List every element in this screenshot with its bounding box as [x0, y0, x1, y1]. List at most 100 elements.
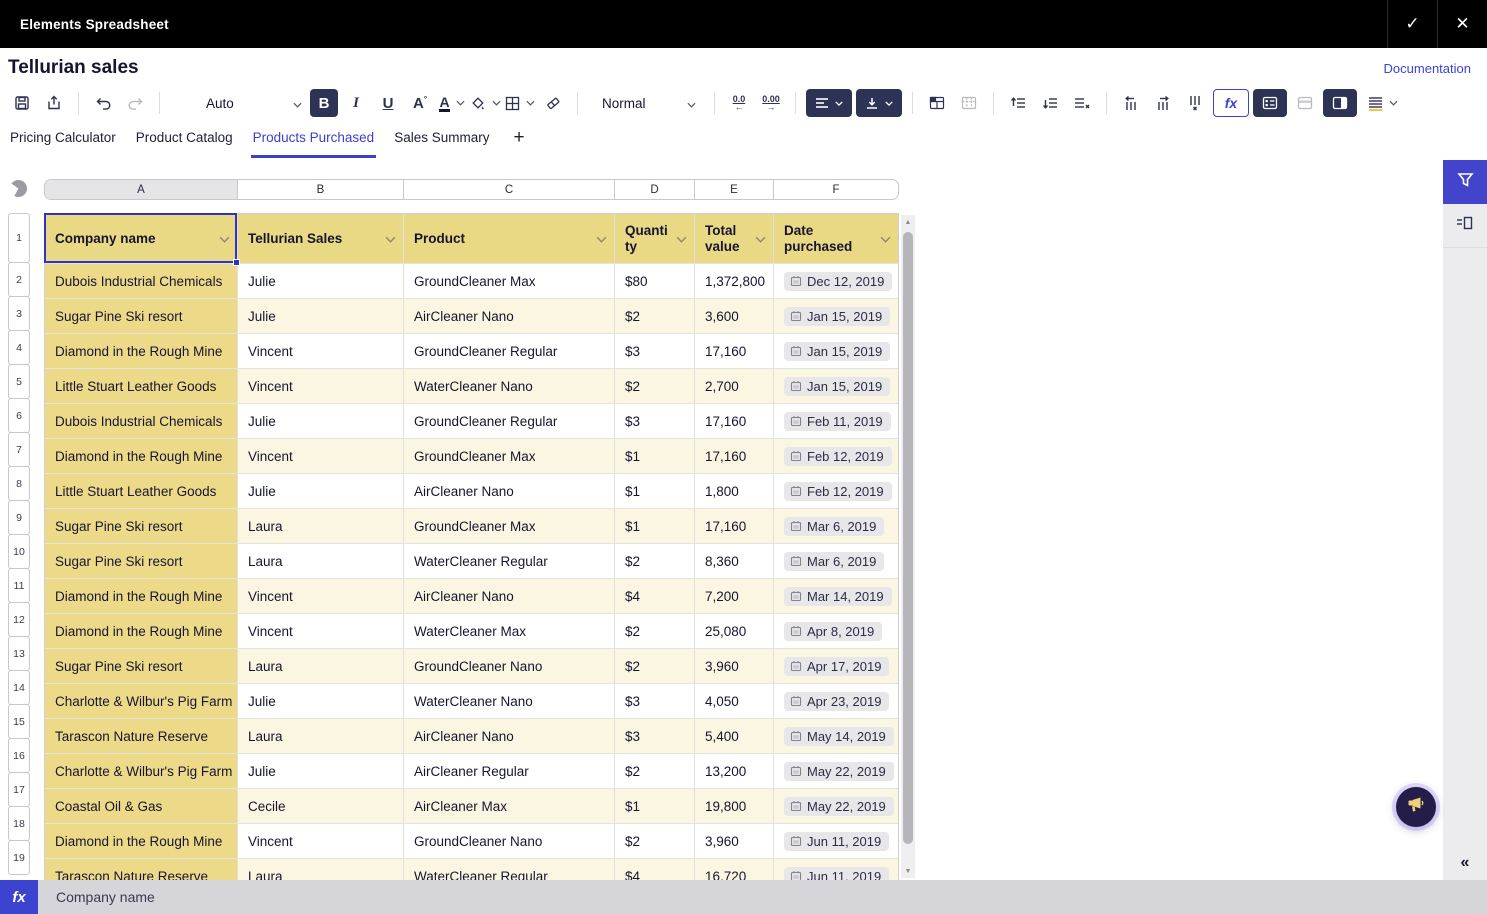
header-row-toggle-button[interactable]: [1253, 89, 1287, 117]
underline-button[interactable]: U: [374, 89, 402, 117]
cell-B9[interactable]: Laura: [238, 509, 404, 544]
cell-A11[interactable]: Diamond in the Rough Mine: [45, 579, 238, 614]
cell-E8[interactable]: 1,800: [695, 474, 774, 509]
tab-products-purchased[interactable]: Products Purchased: [251, 128, 377, 158]
cell-C10[interactable]: WaterCleaner Regular: [404, 544, 615, 579]
filter-chevron-icon[interactable]: [219, 231, 230, 247]
cell-B12[interactable]: Vincent: [238, 614, 404, 649]
insert-column-left-button[interactable]: [1117, 89, 1145, 117]
cell-C19[interactable]: WaterCleaner Regular: [404, 859, 615, 880]
cell-D19[interactable]: $4: [615, 859, 695, 880]
cell-B10[interactable]: Laura: [238, 544, 404, 579]
cell-E4[interactable]: 17,160: [695, 334, 774, 369]
cell-B4[interactable]: Vincent: [238, 334, 404, 369]
cell-A9[interactable]: Sugar Pine Ski resort: [45, 509, 238, 544]
cell-B15[interactable]: Laura: [238, 719, 404, 754]
cell-C18[interactable]: GroundCleaner Nano: [404, 824, 615, 859]
date-chip[interactable]: Mar 6, 2019: [784, 552, 884, 571]
vertical-align-button[interactable]: [856, 89, 902, 117]
cell-A10[interactable]: Sugar Pine Ski resort: [45, 544, 238, 579]
decrease-decimal-button[interactable]: 0.0←: [725, 89, 753, 117]
filter-chevron-icon[interactable]: [880, 231, 891, 247]
cell-A5[interactable]: Little Stuart Leather Goods: [45, 369, 238, 404]
cell-B3[interactable]: Julie: [238, 299, 404, 334]
cell-A14[interactable]: Charlotte & Wilbur's Pig Farm: [45, 684, 238, 719]
cell-B11[interactable]: Vincent: [238, 579, 404, 614]
column-header-C[interactable]: C: [404, 180, 615, 199]
select-all-button[interactable]: [10, 180, 27, 197]
date-chip[interactable]: Jan 15, 2019: [784, 307, 890, 326]
row-header-18[interactable]: 18: [8, 806, 30, 841]
row-header-4[interactable]: 4: [8, 330, 30, 365]
font-size-select[interactable]: Auto: [194, 96, 302, 111]
formula-input[interactable]: Company name: [56, 889, 155, 905]
cell-E11[interactable]: 7,200: [695, 579, 774, 614]
cell-C17[interactable]: AirCleaner Max: [404, 789, 615, 824]
header-cell-D1[interactable]: Quantity: [615, 214, 695, 264]
scroll-up-arrow[interactable]: ▲: [901, 215, 915, 229]
cell-C4[interactable]: GroundCleaner Regular: [404, 334, 615, 369]
cell-F14[interactable]: Apr 23, 2019: [774, 684, 898, 719]
banded-rows-button[interactable]: [1291, 89, 1319, 117]
cell-D4[interactable]: $3: [615, 334, 695, 369]
collapse-sidebar-button[interactable]: «: [1443, 854, 1487, 872]
cell-E3[interactable]: 3,600: [695, 299, 774, 334]
cell-F9[interactable]: Mar 6, 2019: [774, 509, 898, 544]
cell-E12[interactable]: 25,080: [695, 614, 774, 649]
cell-A16[interactable]: Charlotte & Wilbur's Pig Farm: [45, 754, 238, 789]
row-header-15[interactable]: 15: [8, 704, 30, 739]
cell-F11[interactable]: Mar 14, 2019: [774, 579, 898, 614]
cell-C2[interactable]: GroundCleaner Max: [404, 264, 615, 299]
documentation-link[interactable]: Documentation: [1384, 61, 1471, 76]
cell-B2[interactable]: Julie: [238, 264, 404, 299]
cell-C15[interactable]: AirCleaner Nano: [404, 719, 615, 754]
cell-B18[interactable]: Vincent: [238, 824, 404, 859]
cell-B14[interactable]: Julie: [238, 684, 404, 719]
cell-A15[interactable]: Tarascon Nature Reserve: [45, 719, 238, 754]
add-sheet-button[interactable]: +: [513, 128, 524, 148]
filter-chevron-icon[interactable]: [596, 231, 607, 247]
format-panel-button[interactable]: [1443, 204, 1487, 248]
date-chip[interactable]: Apr 23, 2019: [784, 692, 889, 711]
cell-E9[interactable]: 17,160: [695, 509, 774, 544]
cell-D7[interactable]: $1: [615, 439, 695, 474]
cell-F19[interactable]: Jun 11, 2019: [774, 859, 898, 880]
row-header-12[interactable]: 12: [8, 602, 30, 637]
row-header-16[interactable]: 16: [8, 738, 30, 773]
cell-C14[interactable]: WaterCleaner Nano: [404, 684, 615, 719]
share-button[interactable]: [40, 89, 68, 117]
insert-column-right-button[interactable]: [1149, 89, 1177, 117]
tab-product-catalog[interactable]: Product Catalog: [134, 128, 235, 155]
row-header-9[interactable]: 9: [8, 500, 30, 535]
cell-F6[interactable]: Feb 11, 2019: [774, 404, 898, 439]
date-chip[interactable]: Jan 15, 2019: [784, 377, 890, 396]
filter-chevron-icon[interactable]: [676, 231, 687, 247]
date-chip[interactable]: Mar 6, 2019: [784, 517, 884, 536]
row-header-7[interactable]: 7: [8, 432, 30, 467]
vertical-scrollbar[interactable]: ▲ ▼: [901, 215, 915, 878]
cell-A8[interactable]: Little Stuart Leather Goods: [45, 474, 238, 509]
cell-F18[interactable]: Jun 11, 2019: [774, 824, 898, 859]
cell-F7[interactable]: Feb 12, 2019: [774, 439, 898, 474]
cell-F17[interactable]: May 22, 2019: [774, 789, 898, 824]
undo-button[interactable]: [89, 89, 117, 117]
header-cell-C1[interactable]: Product: [404, 214, 615, 264]
cell-B17[interactable]: Cecile: [238, 789, 404, 824]
close-button[interactable]: ✕: [1437, 0, 1487, 48]
cell-A12[interactable]: Diamond in the Rough Mine: [45, 614, 238, 649]
cell-B8[interactable]: Julie: [238, 474, 404, 509]
fx-icon[interactable]: fx: [0, 880, 38, 914]
announcements-button[interactable]: [1396, 787, 1436, 827]
row-header-5[interactable]: 5: [8, 364, 30, 399]
filter-chevron-icon[interactable]: [755, 231, 766, 247]
cell-E17[interactable]: 19,800: [695, 789, 774, 824]
text-color-button[interactable]: A: [438, 89, 466, 117]
cell-E19[interactable]: 16,720: [695, 859, 774, 880]
row-header-19[interactable]: 19: [8, 840, 30, 875]
cell-C3[interactable]: AirCleaner Nano: [404, 299, 615, 334]
row-header-6[interactable]: 6: [8, 398, 30, 433]
date-chip[interactable]: May 14, 2019: [784, 727, 894, 746]
redo-button[interactable]: [121, 89, 149, 117]
merge-cells-button[interactable]: [923, 89, 951, 117]
date-chip[interactable]: May 22, 2019: [784, 762, 894, 781]
